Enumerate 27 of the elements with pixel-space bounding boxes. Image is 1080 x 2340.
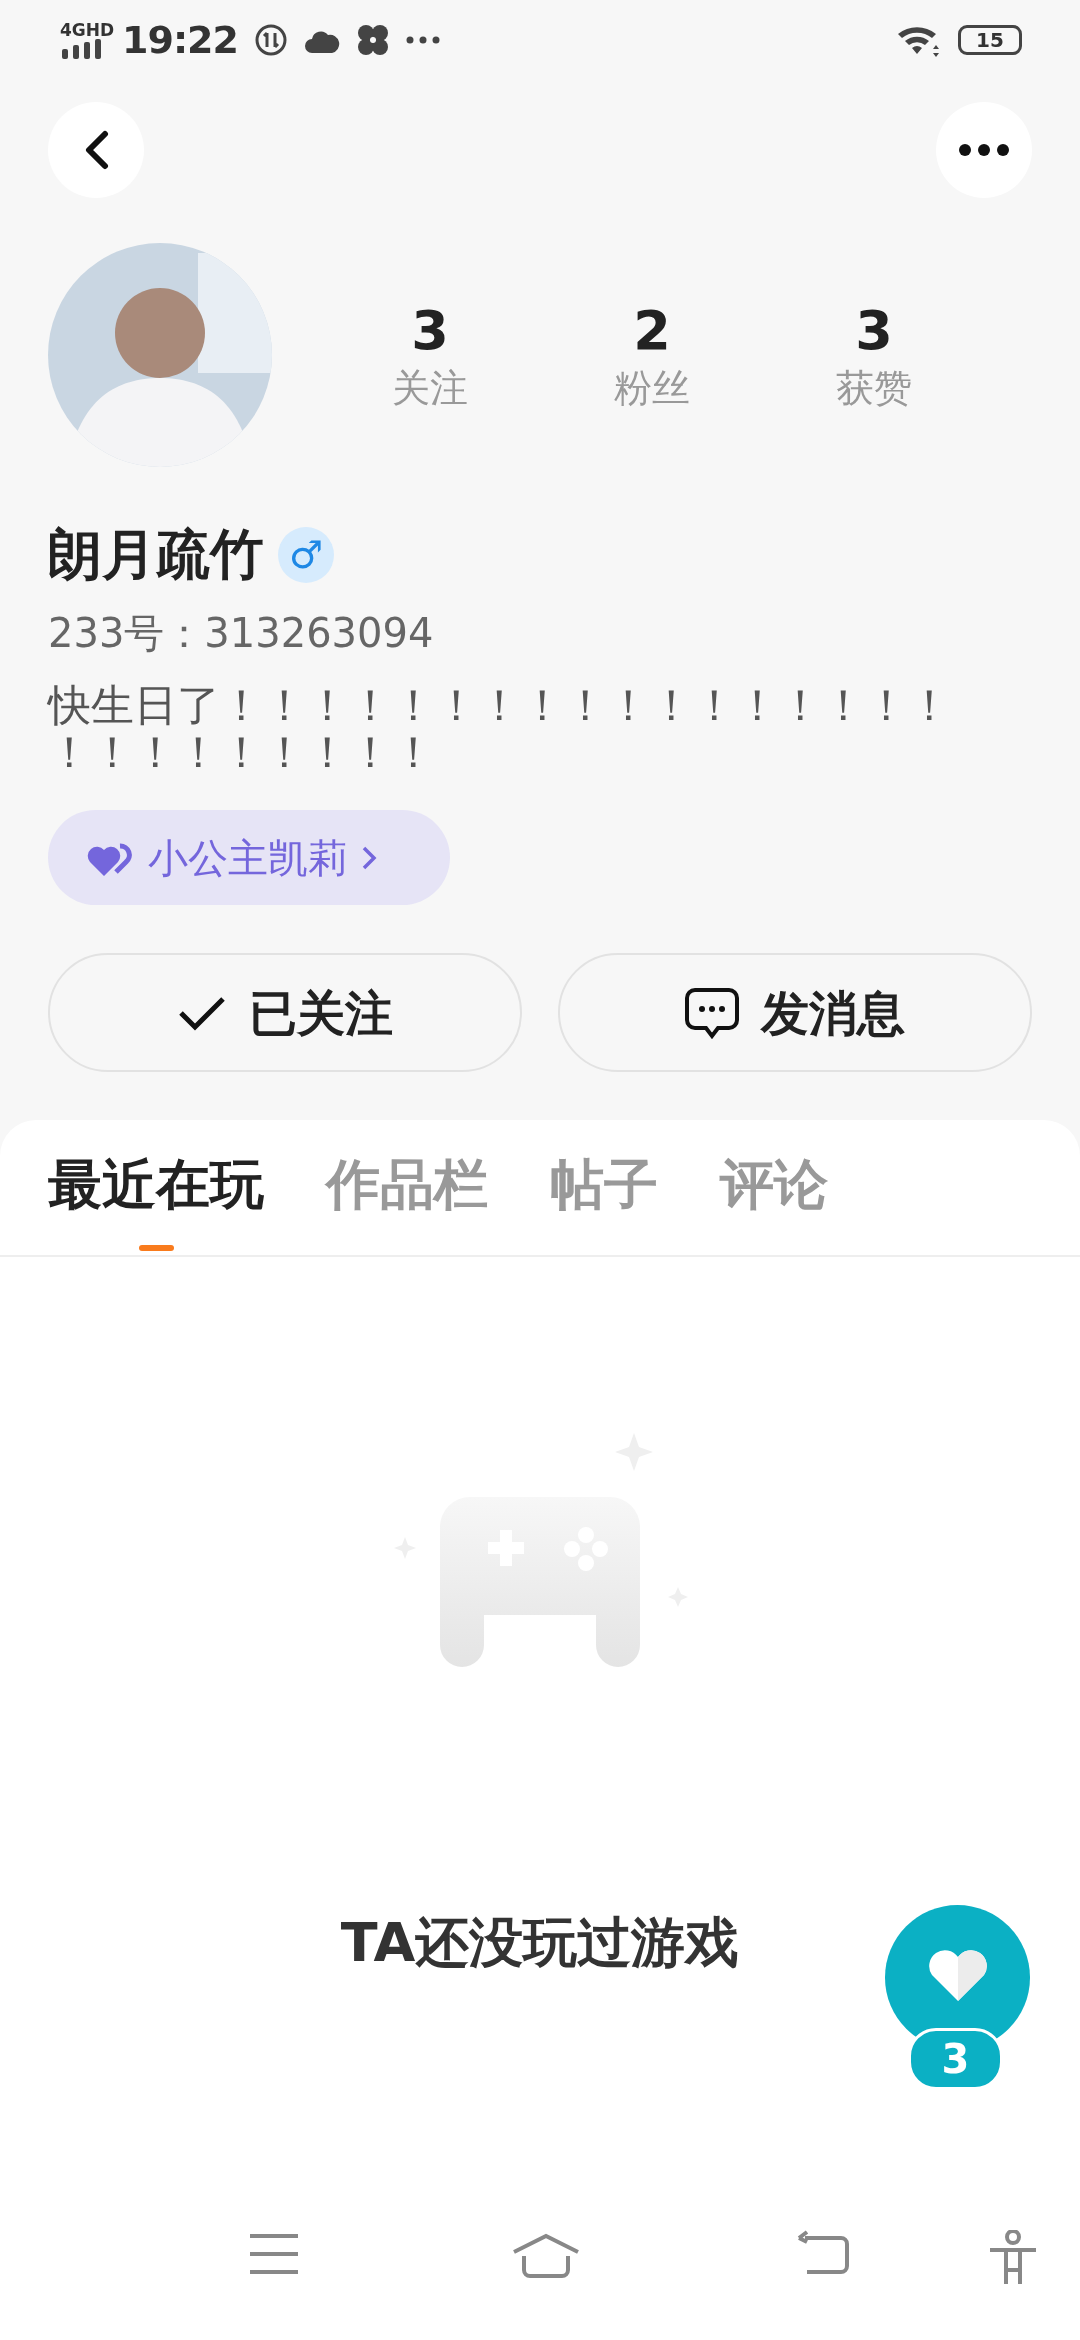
more-icon [959,144,1009,156]
user-id: 233号：313263094 [48,609,435,658]
stat-label: 关注 [392,364,468,412]
stat-label: 获赞 [836,364,912,412]
status-time: 19:22 [122,16,238,64]
stat-label: 粉丝 [614,364,690,412]
profile-bio: 快生日了！！！！！！！！！！！！！！！！！！！！！！！！！！ [48,682,952,776]
group-tag-label: 小公主凯莉 [148,833,348,883]
stat-count: 2 [633,298,671,363]
follow-button[interactable]: 已关注 [48,953,522,1072]
tab[interactable]: 作品栏 [326,1155,488,1255]
chat-icon [685,985,739,1040]
empty-message: TA还没玩过游戏 [340,1910,740,1976]
tab[interactable]: 帖子 [550,1155,658,1255]
fan-icon [355,23,390,57]
message-button[interactable]: 发消息 [558,953,1032,1072]
data-transfer-icon [253,23,288,57]
network-type: 4GHD [60,21,115,39]
stat-count: 3 [411,298,449,363]
group-tag[interactable]: 小公主凯莉 [48,810,450,905]
profile-name: 朗月疏竹 [48,524,264,586]
tab[interactable]: 评论 [720,1155,828,1255]
more-notifications-icon [405,36,440,44]
gender-symbol: ♂ [288,535,324,575]
tab[interactable]: 最近在玩 [48,1155,264,1255]
stat-count: 3 [855,298,893,363]
battery-level: 15 [958,25,1022,55]
